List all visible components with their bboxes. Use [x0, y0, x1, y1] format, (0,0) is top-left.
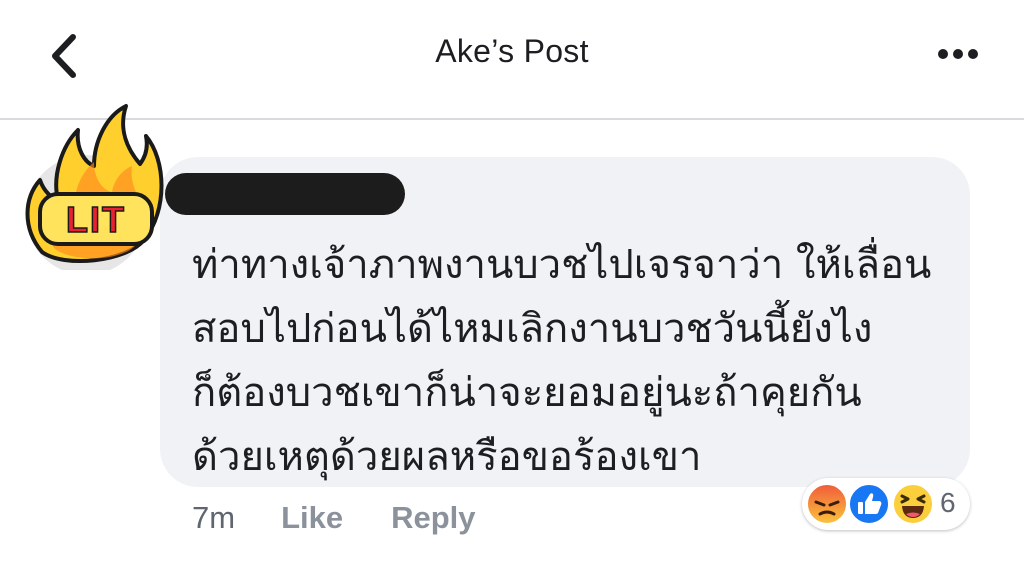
comment-text: ท่าทางเจ้าภาพงานบวชไปเจรจาว่า ให้เลื่อน … — [192, 233, 952, 489]
angry-icon — [806, 483, 848, 525]
more-options-button[interactable] — [930, 40, 986, 68]
redacted-author-name — [165, 173, 405, 215]
comment-time: 7m — [192, 500, 236, 535]
avatar[interactable]: LIT — [14, 100, 164, 275]
comment-line: ท่าทางเจ้าภาพงานบวชไปเจรจาว่า ให้เลื่อน — [192, 242, 932, 288]
reaction-count: 6 — [940, 487, 956, 518]
like-icon — [848, 483, 890, 525]
comment-line: สอบไปก่อนได้ไหมเลิกงานบวชวันนี้ยังไง — [192, 306, 873, 352]
like-button[interactable]: Like — [281, 500, 343, 536]
more-horizontal-icon — [953, 49, 963, 59]
reactions-summary[interactable]: 6 — [802, 478, 970, 530]
avatar-badge-text: LIT — [66, 199, 126, 240]
reply-button[interactable]: Reply — [391, 500, 475, 536]
fire-lit-icon: LIT — [25, 104, 164, 275]
more-horizontal-icon — [938, 49, 948, 59]
page-title: Ake’s Post — [435, 33, 589, 69]
haha-icon — [892, 483, 934, 525]
comment-actions: 7m Like Reply — [192, 498, 476, 538]
more-horizontal-icon — [968, 49, 978, 59]
comment-line: ก็ต้องบวชเขาก็น่าจะยอมอยู่นะถ้าคุยกัน — [192, 370, 862, 416]
